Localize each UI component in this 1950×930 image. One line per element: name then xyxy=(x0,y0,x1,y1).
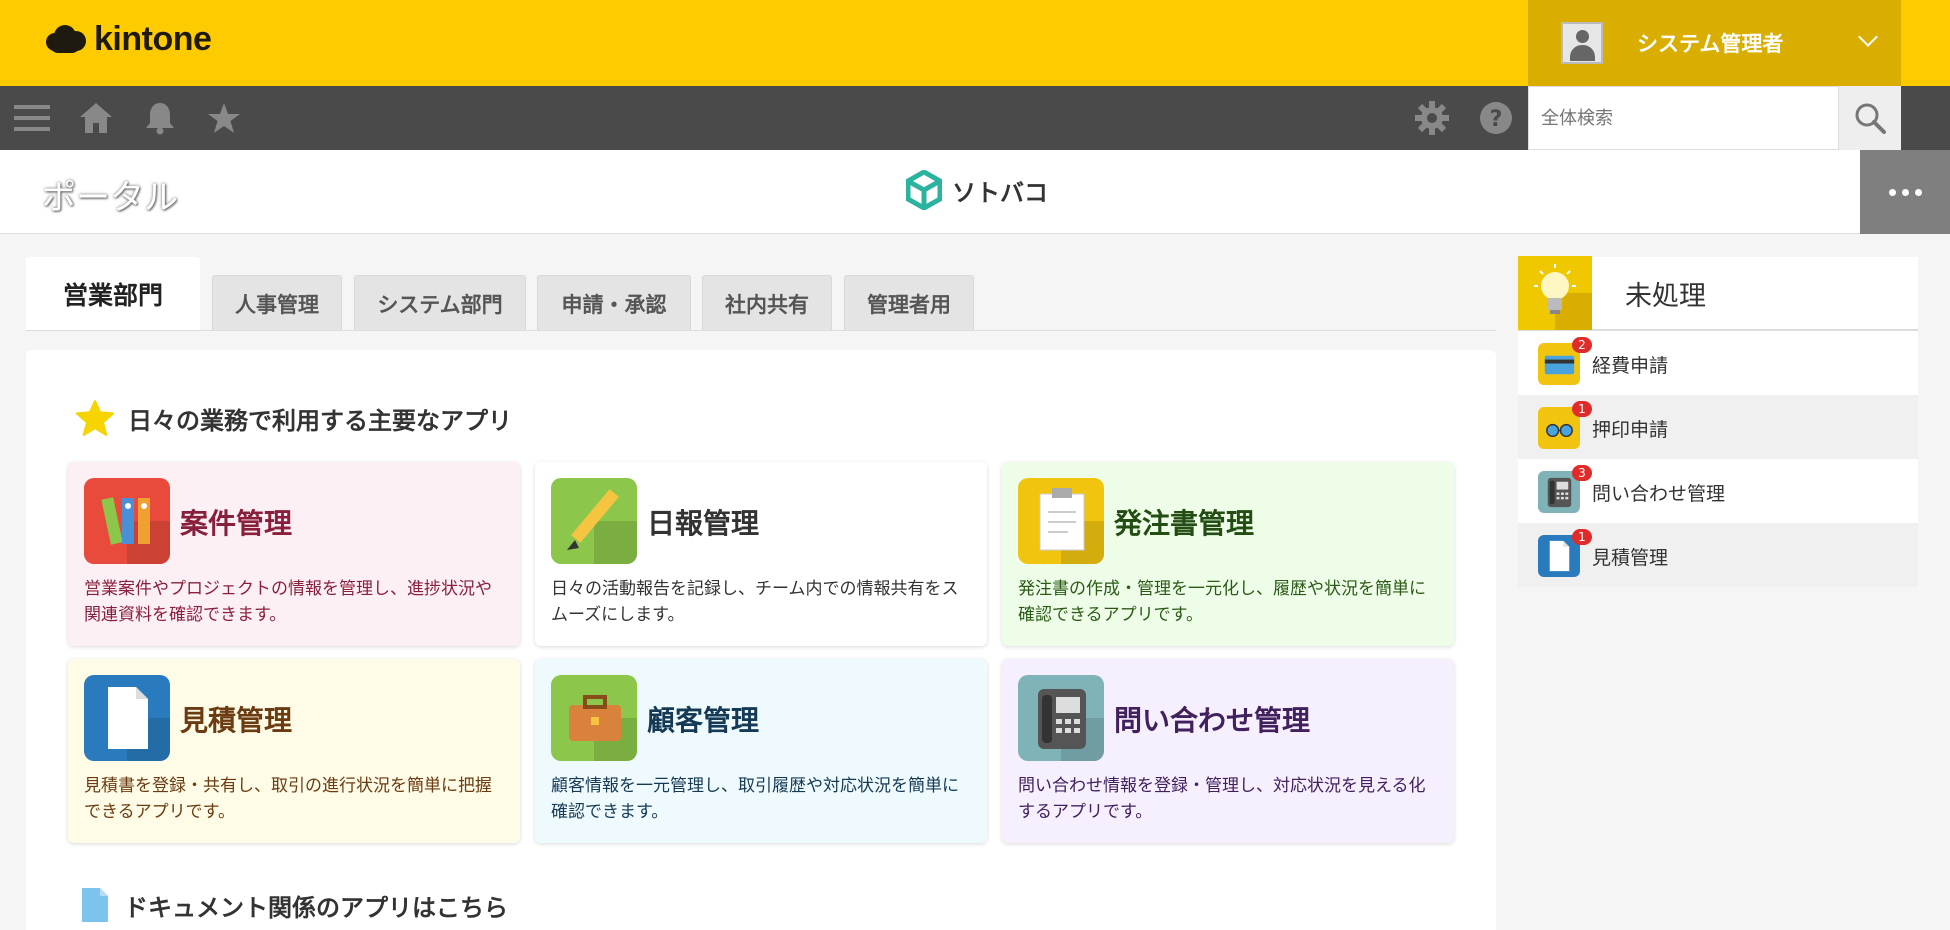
app-card-title: 案件管理 xyxy=(180,507,293,540)
section-title-text: 日々の業務で利用する主要なアプリ xyxy=(128,406,512,435)
pending-tasks-list: 2 経費申請 1 押印申請 3 問い合わせ管理 1 見積管理 xyxy=(1518,331,1918,587)
user-avatar-icon xyxy=(1561,22,1603,64)
pending-tasks-panel: 未処理 2 経費申請 1 押印申請 3 問い合わせ管理 1 見積管理 xyxy=(1518,256,1918,587)
document-icon xyxy=(84,675,170,761)
pending-item-label: 問い合わせ管理 xyxy=(1592,483,1726,505)
bell-icon[interactable] xyxy=(140,98,180,138)
app-header: kintone システム管理者 xyxy=(0,0,1950,86)
app-card-daily-report[interactable]: 日報管理日々の活動報告を記録し、チーム内での情報共有をスムーズにします。 xyxy=(535,462,987,646)
pending-item-label: 経費申請 xyxy=(1592,355,1669,377)
pencil-icon xyxy=(551,478,637,564)
search-button[interactable] xyxy=(1839,86,1901,150)
svg-text:?: ? xyxy=(1490,107,1503,132)
pending-item-label: 見積管理 xyxy=(1592,547,1669,569)
app-card-title: 顧客管理 xyxy=(647,704,760,737)
count-badge: 3 xyxy=(1572,465,1592,481)
pending-item-label: 押印申請 xyxy=(1592,419,1669,441)
app-card-inquiries[interactable]: 問い合わせ管理問い合わせ情報を登録・管理し、対応状況を見える化するアプリです。 xyxy=(1002,659,1454,843)
app-card-title: 発注書管理 xyxy=(1114,507,1255,540)
app-card-deals[interactable]: 案件管理営業案件やプロジェクトの情報を管理し、進捗状況や関連資料を確認できます。 xyxy=(68,462,520,646)
binders-icon xyxy=(84,478,170,564)
global-search-input[interactable] xyxy=(1528,86,1839,150)
tab-sales[interactable]: 営業部門 xyxy=(26,257,200,331)
document-icon xyxy=(82,888,108,922)
tab-shared[interactable]: 社内共有 xyxy=(702,275,832,331)
app-card-description: 日々の活動報告を記録し、チーム内での情報共有をスムーズにします。 xyxy=(551,579,959,625)
kintone-logo[interactable]: kintone xyxy=(44,20,212,59)
star-icon[interactable] xyxy=(204,98,244,138)
pending-item-quotes[interactable]: 1 見積管理 xyxy=(1518,523,1918,587)
user-menu[interactable]: システム管理者 xyxy=(1528,0,1901,86)
cloud-logo-icon xyxy=(44,23,88,57)
app-card-description: 発注書の作成・管理を一元化し、履歴や状況を簡単に確認できるアプリです。 xyxy=(1018,579,1426,625)
search-icon xyxy=(1855,103,1886,134)
app-card-quotes[interactable]: 見積管理見積書を登録・共有し、取引の進行状況を簡単に把握できるアプリです。 xyxy=(68,659,520,843)
app-card-customers[interactable]: 顧客管理顧客情報を一元管理し、取引履歴や対応状況を簡単に確認できます。 xyxy=(535,659,987,843)
main-content-panel: 日々の業務で利用する主要なアプリ 案件管理営業案件やプロジェクトの情報を管理し、… xyxy=(26,350,1496,930)
logo-text: kintone xyxy=(94,20,212,58)
app-card-purchase-orders[interactable]: 発注書管理発注書の作成・管理を一元化し、履歴や状況を簡単に確認できるアプリです。 xyxy=(1002,462,1454,646)
page-title: ポータル xyxy=(42,178,178,218)
gear-icon[interactable] xyxy=(1412,98,1452,138)
briefcase-icon xyxy=(551,675,637,761)
app-card-description: 顧客情報を一元管理し、取引履歴や対応状況を簡単に確認できます。 xyxy=(551,776,959,822)
brand-logo: ソトバコ xyxy=(906,170,1048,210)
user-name: システム管理者 xyxy=(1637,32,1784,56)
help-icon[interactable]: ? xyxy=(1476,98,1516,138)
tab-system[interactable]: システム部門 xyxy=(354,275,526,331)
clipboard-icon xyxy=(1018,478,1104,564)
portal-titlebar: ポータル ソトバコ xyxy=(0,150,1950,234)
brand-name: ソトバコ xyxy=(952,178,1048,207)
section-title-text: ドキュメント関係のアプリはこちら xyxy=(124,893,508,922)
phone-icon xyxy=(1018,675,1104,761)
pending-item-inquiries[interactable]: 3 問い合わせ管理 xyxy=(1518,459,1918,523)
tab-divider xyxy=(26,330,1496,331)
tab-admin[interactable]: 管理者用 xyxy=(844,275,974,331)
app-card-title: 日報管理 xyxy=(647,507,760,540)
star-icon xyxy=(76,400,114,436)
tab-approval[interactable]: 申請・承認 xyxy=(537,275,691,331)
pending-tasks-title: 未処理 xyxy=(1625,280,1706,312)
count-badge: 2 xyxy=(1572,337,1592,353)
app-card-description: 問い合わせ情報を登録・管理し、対応状況を見える化するアプリです。 xyxy=(1018,776,1426,822)
count-badge: 1 xyxy=(1572,529,1592,545)
tab-hr[interactable]: 人事管理 xyxy=(212,275,342,331)
pending-item-expense[interactable]: 2 経費申請 xyxy=(1518,331,1918,395)
lightbulb-icon xyxy=(1518,256,1592,330)
app-card-title: 問い合わせ管理 xyxy=(1114,704,1311,737)
app-card-description: 営業案件やプロジェクトの情報を管理し、進捗状況や関連資料を確認できます。 xyxy=(84,579,492,625)
box-logo-icon xyxy=(906,170,942,210)
app-card-title: 見積管理 xyxy=(180,704,293,737)
count-badge: 1 xyxy=(1572,401,1592,417)
chevron-down-icon xyxy=(1858,27,1878,47)
section-main-apps: 日々の業務で利用する主要なアプリ xyxy=(76,400,512,436)
app-card-description: 見積書を登録・共有し、取引の進行状況を簡単に把握できるアプリです。 xyxy=(84,776,492,822)
more-options-button[interactable] xyxy=(1860,150,1950,234)
section-doc-apps: ドキュメント関係のアプリはこちら xyxy=(80,886,508,924)
menu-icon[interactable] xyxy=(12,98,52,138)
home-icon[interactable] xyxy=(76,98,116,138)
pending-item-seal[interactable]: 1 押印申請 xyxy=(1518,395,1918,459)
pending-tasks-header: 未処理 xyxy=(1518,256,1918,331)
